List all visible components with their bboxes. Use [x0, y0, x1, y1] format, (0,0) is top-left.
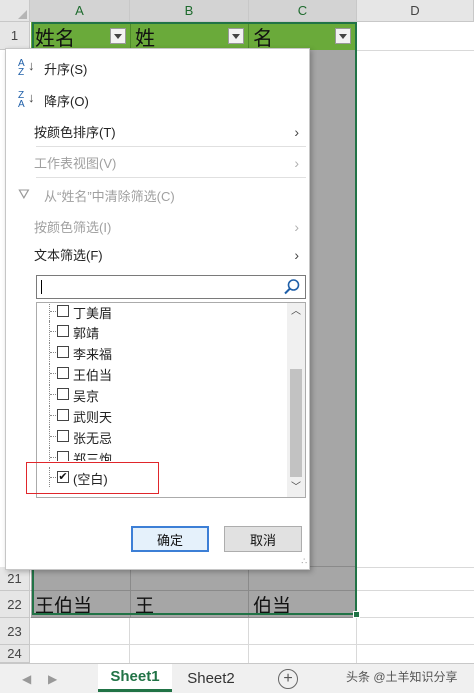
filter-dropdown-button-surname[interactable] [228, 28, 244, 44]
row-header-21[interactable]: 21 [0, 567, 30, 591]
checkbox[interactable] [57, 409, 69, 421]
list-item[interactable]: 郭靖 [37, 321, 287, 341]
column-header-c[interactable]: C [249, 0, 357, 22]
header-cell-surname-text: 姓 [135, 27, 155, 50]
menu-item-filter-by-color-label: 按颜色筛选(I) [34, 219, 112, 235]
list-item[interactable]: 王伯当 [37, 363, 287, 383]
header-cell-given-name[interactable]: 名 [249, 22, 356, 50]
column-header-b[interactable]: B [130, 0, 249, 22]
header-cell-name-text: 姓名 [35, 27, 75, 50]
chevron-right-icon: › [294, 219, 299, 235]
checkbox[interactable] [57, 451, 69, 461]
search-icon[interactable] [283, 278, 301, 296]
header-cell-given-name-text: 名 [253, 27, 273, 50]
filter-value-list[interactable]: 丁美眉 郭靖 李来福 王伯当 吴京 武则天 张无忌 郑三炮 ✔ (空白) ︿ ﹀ [36, 302, 306, 498]
filter-dropdown-button-name[interactable] [110, 28, 126, 44]
menu-item-filter-by-color: 按颜色筛选(I) › [6, 211, 309, 241]
menu-item-sort-descending-label: 降序(O) [44, 93, 89, 109]
list-item[interactable]: ✔ (空白) [37, 467, 287, 487]
select-all-corner[interactable] [0, 0, 30, 22]
list-item[interactable]: 李来福 [37, 342, 287, 362]
list-scrollbar[interactable]: ︿ ﹀ [287, 303, 305, 497]
menu-item-sort-by-color-label: 按颜色排序(T) [34, 124, 116, 140]
list-item[interactable]: 吴京 [37, 384, 287, 404]
chevron-down-icon[interactable]: ﹀ [287, 479, 305, 497]
menu-item-text-filter-label: 文本筛选(F) [34, 247, 103, 263]
filtered-cells-column-c[interactable] [308, 50, 356, 567]
tab-sheet1[interactable]: Sheet1 [98, 664, 172, 692]
tab-sheet2[interactable]: Sheet2 [176, 664, 246, 692]
cell-a22[interactable]: 王伯当 [31, 591, 131, 618]
cell-c21[interactable] [249, 567, 356, 591]
checkbox[interactable] [57, 305, 69, 317]
checkbox[interactable] [57, 325, 69, 337]
menu-item-clear-filter-label: 从“姓名”中清除筛选(C) [44, 188, 175, 204]
filter-search-input[interactable] [36, 275, 306, 299]
menu-item-sort-by-color[interactable]: 按颜色排序(T) › [6, 116, 309, 146]
chevron-left-icon[interactable]: ◀ [22, 672, 31, 686]
checkbox[interactable] [57, 367, 69, 379]
menu-item-sheet-view: 工作表视图(V) › [6, 147, 309, 177]
row-header-22[interactable]: 22 [0, 591, 30, 618]
list-item[interactable]: 郑三炮 [37, 447, 287, 461]
column-header-d[interactable]: D [357, 0, 474, 22]
checkbox[interactable] [57, 430, 69, 442]
menu-item-text-filter[interactable]: 文本筛选(F) › [6, 239, 309, 269]
autofilter-menu: A Z ↓ 升序(S) Z A ↓ 降序(O) 按颜色排序(T) › 工作表视图(V) … [5, 48, 310, 570]
column-header-a[interactable]: A [30, 0, 130, 22]
menu-item-sort-ascending-label: 升序(S) [44, 61, 88, 77]
cancel-button[interactable]: 取消 [224, 526, 302, 552]
cell-b22[interactable]: 王 [131, 591, 249, 618]
menu-item-sort-ascending[interactable]: A Z ↓ 升序(S) [6, 53, 309, 83]
checkbox-checked[interactable]: ✔ [57, 471, 69, 483]
chevron-right-icon: › [294, 124, 299, 140]
sort-descending-icon: Z A ↓ [18, 90, 35, 110]
add-sheet-button[interactable]: + [278, 669, 298, 689]
cell-c22[interactable]: 伯当 [249, 591, 356, 618]
menu-item-clear-filter: ⛛ 从“姓名”中清除筛选(C) [6, 180, 309, 210]
text-caret [41, 280, 42, 294]
scrollbar-thumb[interactable] [290, 369, 302, 477]
watermark-text: 头条 @土羊知识分享 [346, 670, 458, 684]
header-cell-surname[interactable]: 姓 [131, 22, 249, 50]
chevron-right-icon: › [294, 155, 299, 171]
checkbox[interactable] [57, 388, 69, 400]
chevron-right-icon[interactable]: ▶ [48, 672, 57, 686]
menu-item-sort-descending[interactable]: Z A ↓ 降序(O) [6, 85, 309, 115]
list-item[interactable]: 张无忌 [37, 426, 287, 446]
resize-grip-icon[interactable]: ∴ [301, 556, 307, 567]
filter-dropdown-button-given-name[interactable] [335, 28, 351, 44]
ok-button[interactable]: 确定 [131, 526, 209, 552]
cell-a21[interactable] [31, 567, 131, 591]
list-item[interactable]: 丁美眉 [37, 303, 287, 321]
row-header-1[interactable]: 1 [0, 22, 30, 50]
fill-handle[interactable] [353, 611, 360, 618]
header-cell-name[interactable]: 姓名 [31, 22, 131, 50]
menu-item-sheet-view-label: 工作表视图(V) [34, 155, 117, 171]
cell-b21[interactable] [131, 567, 249, 591]
clear-filter-icon: ⛛ [18, 186, 30, 202]
chevron-up-icon[interactable]: ︿ [287, 303, 305, 321]
checkbox[interactable] [57, 346, 69, 358]
sort-ascending-icon: A Z ↓ [18, 58, 35, 78]
list-item[interactable]: 武则天 [37, 405, 287, 425]
row-header-24[interactable]: 24 [0, 645, 30, 663]
chevron-right-icon: › [294, 247, 299, 263]
row-header-23[interactable]: 23 [0, 618, 30, 645]
